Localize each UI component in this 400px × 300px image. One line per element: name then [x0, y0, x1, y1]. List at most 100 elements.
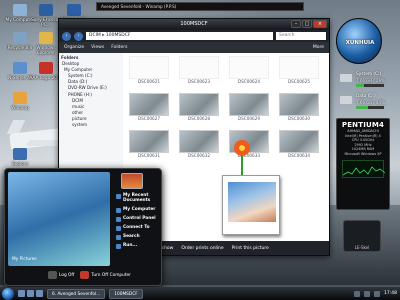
search-input[interactable]: Search	[276, 32, 326, 40]
desktop-icon-explore[interactable]: Explore	[2, 148, 38, 167]
views-button[interactable]: Views	[89, 44, 106, 51]
start-menu-picture-panel: My Pictures	[8, 172, 110, 266]
folder-icon	[39, 32, 53, 44]
toolbar: Organize Views Folders More	[59, 42, 329, 53]
start-item-recent-docs[interactable]: My Recent Documents	[115, 191, 161, 205]
log-off-button[interactable]: Log Off	[48, 271, 74, 279]
avatar[interactable]	[121, 173, 143, 189]
cpu-graph-line	[342, 165, 386, 175]
thumbnail-item[interactable]: DSC00630	[279, 93, 319, 122]
taskbar-item-explorer[interactable]: 100MSDCF	[109, 288, 143, 299]
cpu-logo: PENTIUM4	[341, 121, 385, 129]
pictures-title: My Pictures	[12, 257, 37, 262]
thumbnail-item[interactable]: DSC00631	[129, 130, 169, 159]
minimize-button[interactable]: –	[291, 20, 301, 28]
print-link[interactable]: Print this picture	[232, 246, 269, 251]
winamp-icon	[13, 92, 27, 104]
flower-head	[234, 140, 250, 156]
quick-launch	[18, 290, 43, 297]
close-button[interactable]: ×	[313, 20, 327, 28]
thumbnail-caption: DSC00627	[137, 116, 161, 121]
thumbnail-caption: DSC00623	[187, 79, 211, 84]
taskbar-item-winamp[interactable]: 6. Avenged Sevenfol...	[47, 288, 106, 299]
start-item-control-panel[interactable]: Control Panel	[115, 214, 161, 223]
thumbnail-caption: DSC00625	[287, 79, 311, 84]
start-item-connect-to[interactable]: Connect To	[115, 223, 161, 232]
start-item-my-computer[interactable]: My Computer	[115, 205, 161, 214]
start-item-run[interactable]: Run...	[115, 241, 161, 250]
thumbnail-item[interactable]: DSC00625	[279, 56, 319, 85]
desktop-icon-winamp[interactable]: Winamp	[2, 92, 38, 111]
log-off-icon	[48, 271, 57, 279]
quick-launch-icon[interactable]	[27, 290, 34, 297]
thumbnail-image	[279, 130, 319, 153]
thumbnail-item[interactable]: DSC00629	[229, 93, 269, 122]
system-tray: 17:48	[354, 290, 397, 297]
thumbnail-item[interactable]: DSC00632	[179, 130, 219, 159]
thumbnail-caption: DSC00630	[287, 116, 311, 121]
log-off-label: Log Off	[59, 272, 75, 278]
thumbnail-item[interactable]: DSC00627	[129, 93, 169, 122]
window-title: 100MSDCF	[180, 21, 208, 27]
thumbnail-image	[229, 56, 269, 79]
folders-button[interactable]: Folders	[109, 44, 129, 51]
desktop-icon-label: Explore	[11, 162, 29, 167]
power-icon	[80, 271, 90, 279]
n-series-icon	[13, 62, 27, 74]
volume-icon[interactable]	[374, 290, 381, 297]
tray-icon[interactable]	[364, 290, 371, 297]
maximize-button[interactable]: □	[302, 20, 312, 28]
thumbnail-image	[129, 56, 169, 79]
start-button[interactable]	[2, 287, 14, 300]
organize-button[interactable]: Organize	[62, 44, 86, 51]
drive-usage-bar	[356, 106, 384, 109]
hard-drive-icon	[340, 74, 352, 82]
drive-gadget-c[interactable]: System (C:) 7.66 GB / 29%	[340, 72, 388, 92]
start-menu[interactable]: My Pictures My Recent Documents My Compu…	[4, 168, 162, 286]
drive-usage-fill	[356, 84, 365, 87]
forward-button[interactable]: ›	[74, 31, 83, 41]
more-button[interactable]: More	[311, 44, 326, 51]
clock[interactable]: 17:48	[384, 291, 397, 296]
quick-launch-icon[interactable]	[18, 290, 25, 297]
window-titlebar[interactable]: 100MSDCF – □ ×	[59, 19, 329, 30]
winamp-titlebar[interactable]: Avenged Sevenfold - Winamp (P.P.S)	[96, 2, 304, 11]
thumbnail-item[interactable]: DSC00623	[179, 56, 219, 85]
tree-item-system[interactable]: system	[61, 122, 121, 128]
clock-gadget-label: LE-Skel	[354, 245, 370, 250]
thumbnail-image	[129, 93, 169, 116]
sysinfo-line: Microsoft Windows XP	[344, 151, 382, 156]
taskbar: 6. Avenged Sevenfol... 100MSDCF 17:48	[0, 287, 400, 300]
system-info-gadget: PENTIUM4 AHMAD_AMIDACHI Intel(R) Pentium…	[336, 118, 390, 210]
thumbnail-image	[179, 56, 219, 79]
aaa-logo-icon	[39, 62, 53, 74]
address-bar-row: ‹ › DCIM ▸ 100MSDCF Search	[59, 30, 329, 42]
drive-usage-fill	[356, 106, 369, 109]
quick-launch-icon[interactable]	[36, 290, 43, 297]
thumbnail-caption: DSC00632	[187, 153, 211, 158]
turn-off-label: Turn Off Computer	[91, 272, 131, 278]
thumbnail-item[interactable]: DSC00634	[279, 130, 319, 159]
thumbnail-item[interactable]: DSC00624	[229, 56, 269, 85]
photo-frame-gadget[interactable]	[222, 175, 280, 235]
thumbnail-item[interactable]: DSC00628	[179, 93, 219, 122]
tray-icon[interactable]	[354, 290, 361, 297]
window-controls: – □ ×	[291, 20, 327, 28]
start-item-search[interactable]: Search	[115, 232, 161, 241]
turn-off-button[interactable]: Turn Off Computer	[80, 271, 131, 279]
address-field[interactable]: DCIM ▸ 100MSDCF	[86, 32, 273, 40]
drive-gadget-d[interactable]: Data (D:) 7.66 GB / 44%	[340, 94, 388, 114]
order-prints-link[interactable]: Order prints online	[181, 246, 223, 251]
explore-icon	[13, 148, 27, 160]
drive-usage-bar	[356, 84, 384, 87]
back-button[interactable]: ‹	[62, 31, 71, 41]
word-icon	[67, 4, 81, 16]
frame-photo	[228, 182, 276, 222]
thumbnail-item[interactable]: DSC00621	[129, 56, 169, 85]
thumbnail-image	[279, 93, 319, 116]
thumbnail-caption: DSC00629	[237, 116, 261, 121]
thumbnail-image	[179, 93, 219, 116]
drive-name: System (C:)	[356, 72, 382, 77]
drive-size: 7.66 GB / 29%	[356, 78, 385, 83]
hard-drive-icon	[340, 96, 352, 104]
